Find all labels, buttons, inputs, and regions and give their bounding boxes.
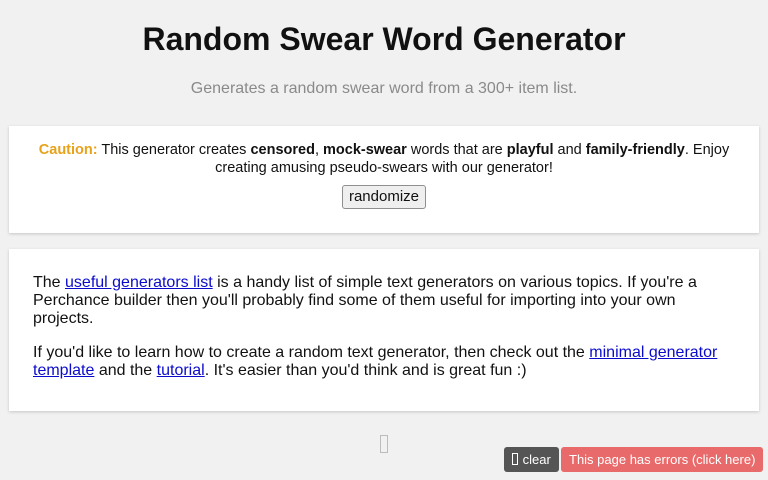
caution-label: Caution:	[38, 142, 98, 158]
output-text: Caution: This generator creates censored…	[33, 141, 735, 177]
output-text-segment: This generator creates	[97, 142, 251, 158]
clear-label: clear	[522, 452, 551, 467]
output-bold-playful: playful	[506, 142, 554, 158]
clear-icon	[512, 453, 518, 465]
output-card: Caution: This generator creates censored…	[9, 126, 759, 233]
output-text-segment: words that are	[406, 142, 507, 158]
output-text-segment: ,	[314, 142, 323, 158]
randomize-button[interactable]: randomize	[341, 185, 427, 209]
placeholder-glyph-icon	[377, 432, 391, 456]
button-row: randomize	[33, 185, 735, 209]
tutorial-link[interactable]: tutorial	[157, 362, 205, 379]
useful-generators-list-link[interactable]: useful generators list	[65, 274, 213, 291]
info-text-segment: The	[33, 274, 66, 291]
info-text-segment: . It's easier than you'd think and is gr…	[204, 362, 527, 379]
output-text-segment: and	[553, 142, 586, 158]
info-paragraph-generators: The useful generators list is a handy li…	[33, 274, 735, 328]
info-text-segment: and the	[94, 362, 157, 379]
info-text-segment: If you'd like to learn how to create a r…	[33, 344, 590, 361]
output-bold-censored: censored	[250, 142, 315, 158]
clear-button[interactable]: clear	[504, 447, 559, 472]
page: Random Swear Word Generator Generates a …	[0, 0, 768, 480]
output-bold-family-friendly: family-friendly	[585, 142, 685, 158]
page-title: Random Swear Word Generator	[142, 21, 626, 57]
output-bold-mock-swear: mock-swear	[323, 142, 407, 158]
info-paragraph-tutorial: If you'd like to learn how to create a r…	[33, 344, 735, 380]
page-errors-button[interactable]: This page has errors (click here)	[561, 447, 764, 472]
page-subtitle: Generates a random swear word from a 300…	[190, 80, 578, 97]
info-card: The useful generators list is a handy li…	[9, 249, 759, 411]
